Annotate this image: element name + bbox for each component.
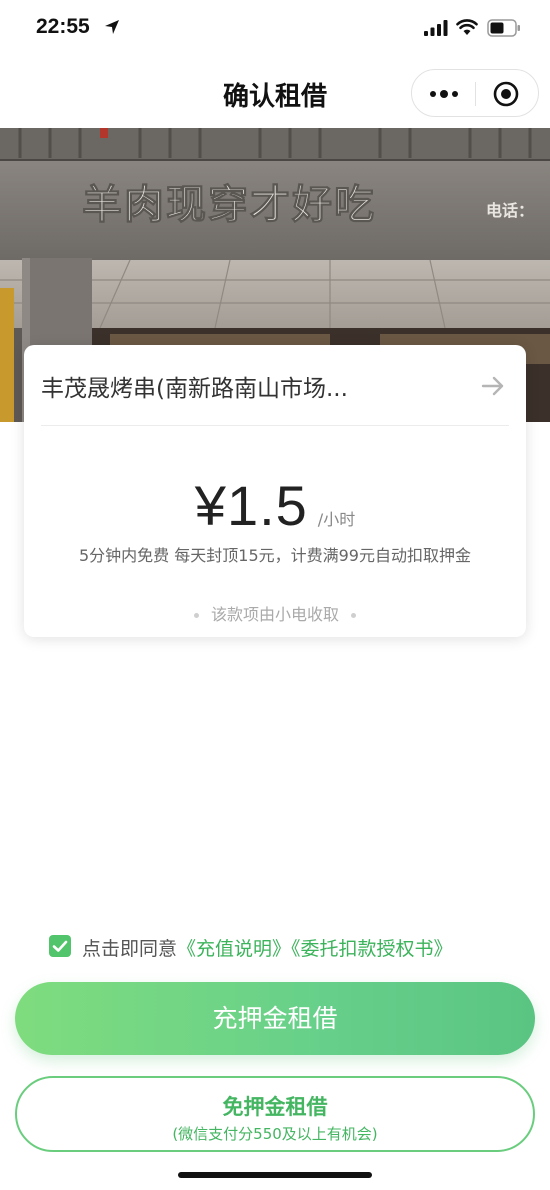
card-divider bbox=[41, 425, 509, 426]
bullet-dot bbox=[193, 613, 199, 618]
agreement-text: 点击即同意《充值说明》《委托扣款授权书》 bbox=[82, 934, 453, 961]
auto-debit-authorization-link[interactable]: 《委托扣款授权书》 bbox=[291, 938, 453, 960]
agreement-prefix: 点击即同意 bbox=[82, 938, 178, 960]
recharge-terms-link[interactable]: 《充值说明》 bbox=[177, 938, 291, 960]
deposit-rent-button[interactable]: 充押金租借 bbox=[15, 982, 535, 1055]
price-unit: /小时 bbox=[317, 510, 356, 529]
checkmark-icon bbox=[52, 940, 68, 952]
status-time: 22:55 bbox=[36, 15, 90, 38]
wifi-icon bbox=[456, 19, 478, 35]
battery-icon bbox=[487, 19, 520, 37]
mini-program-capsule bbox=[411, 69, 539, 117]
status-bar: 22:55 bbox=[0, 0, 550, 58]
collect-note: 该款项由小电收取 bbox=[24, 601, 526, 625]
free-deposit-note: (微信支付分550及以上有机会) bbox=[172, 1125, 378, 1143]
agreement-checkbox[interactable] bbox=[49, 935, 71, 957]
capsule-divider bbox=[475, 82, 476, 106]
price-value: ¥1.5 bbox=[194, 474, 308, 537]
signal-icon bbox=[424, 20, 448, 36]
location-arrow-icon bbox=[105, 20, 119, 34]
store-sign-text: 羊肉现穿才好吃 bbox=[82, 182, 376, 228]
price-row: ¥1.5/小时 bbox=[24, 473, 526, 538]
bullet-dot bbox=[351, 613, 356, 618]
free-deposit-rent-label: 免押金租借 bbox=[222, 1095, 328, 1119]
free-deposit-rent-button[interactable]: 免押金租借 (微信支付分550及以上有机会) bbox=[15, 1076, 535, 1152]
arrow-right-icon[interactable] bbox=[480, 373, 506, 399]
more-icon[interactable] bbox=[428, 84, 460, 104]
store-phone-label: 电话： bbox=[486, 201, 534, 220]
shop-name[interactable]: 丰茂晟烤串(南新路南山市场... bbox=[41, 369, 348, 403]
deposit-rent-label: 充押金租借 bbox=[212, 1004, 338, 1033]
rental-info-card: 丰茂晟烤串(南新路南山市场... ¥1.5/小时 5分钟内免费 每天封顶15元，… bbox=[24, 345, 526, 637]
billing-rule: 5分钟内免费 每天封顶15元，计费满99元自动扣取押金 bbox=[79, 546, 471, 565]
collect-note-text: 该款项由小电收取 bbox=[210, 605, 339, 624]
nav-bar: 确认租借 bbox=[0, 58, 550, 128]
home-indicator bbox=[178, 1172, 372, 1178]
target-icon[interactable] bbox=[492, 80, 520, 108]
